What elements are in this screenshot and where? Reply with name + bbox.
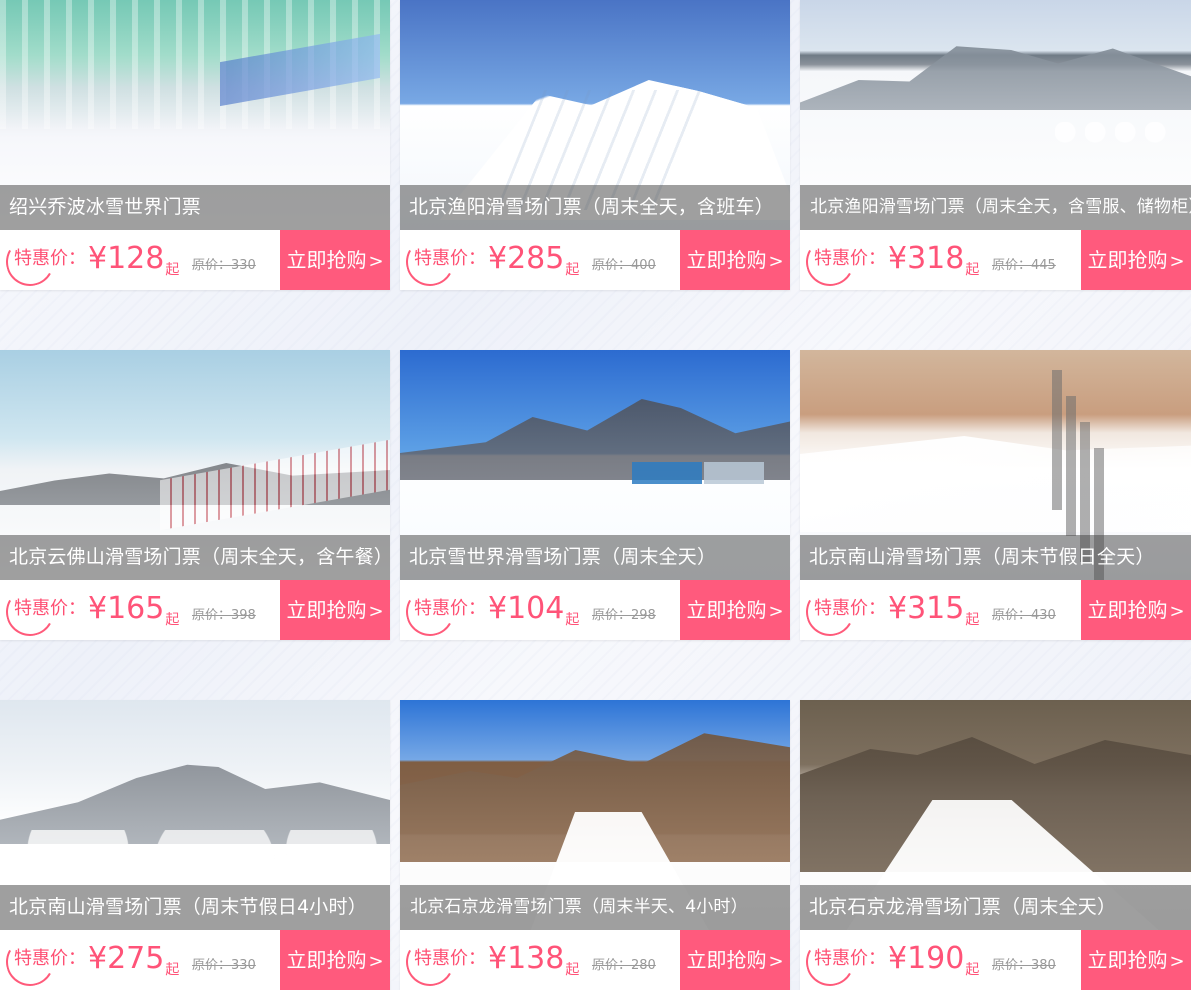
chevron-right-icon: >: [368, 951, 384, 972]
price-suffix: 起: [165, 962, 180, 978]
price-bar: 特惠价： ¥104起 原价：298 立即抢购 >: [400, 580, 790, 640]
sale-price: ¥165起: [88, 591, 180, 629]
chevron-right-icon: >: [1169, 951, 1185, 972]
sale-price: ¥128起: [88, 241, 180, 279]
product-image[interactable]: 北京云佛山滑雪场门票（周末全天，含午餐）: [0, 350, 390, 580]
original-price: 原价：445: [992, 258, 1056, 273]
product-card[interactable]: 北京石京龙滑雪场门票（周末半天、4小时） 特惠价： ¥138起 原价：280 立…: [400, 700, 790, 990]
price-suffix: 起: [165, 612, 180, 628]
product-title[interactable]: 北京南山滑雪场门票（周末节假日4小时）: [0, 885, 390, 930]
product-title[interactable]: 北京石京龙滑雪场门票（周末全天）: [800, 885, 1191, 930]
special-price-label: 特惠价：: [414, 948, 486, 969]
chevron-right-icon: >: [1169, 601, 1185, 622]
product-title[interactable]: 北京石京龙滑雪场门票（周末半天、4小时）: [400, 885, 790, 930]
product-title[interactable]: 北京渔阳滑雪场门票（周末全天，含雪服、储物柜）: [800, 185, 1191, 230]
original-price: 原价：330: [192, 958, 256, 973]
buy-now-button[interactable]: 立即抢购 >: [1081, 930, 1191, 990]
special-price-label: 特惠价：: [14, 598, 86, 619]
buy-now-button[interactable]: 立即抢购 >: [680, 580, 790, 640]
chevron-right-icon: >: [1169, 251, 1185, 272]
original-price: 原价：398: [192, 608, 256, 623]
chevron-right-icon: >: [768, 251, 784, 272]
original-price: 原价：380: [992, 958, 1056, 973]
original-price: 原价：430: [992, 608, 1056, 623]
product-card[interactable]: 绍兴乔波冰雪世界门票 特惠价： ¥128起 原价：330 立即抢购 >: [0, 0, 390, 290]
sale-price: ¥285起: [488, 241, 580, 279]
product-image[interactable]: 北京雪世界滑雪场门票（周末全天）: [400, 350, 790, 580]
product-card[interactable]: 北京渔阳滑雪场门票（周末全天，含班车） 特惠价： ¥285起 原价：400 立即…: [400, 0, 790, 290]
buy-now-button[interactable]: 立即抢购 >: [280, 580, 390, 640]
product-card[interactable]: 北京渔阳滑雪场门票（周末全天，含雪服、储物柜） 特惠价： ¥318起 原价：44…: [800, 0, 1191, 290]
buy-now-button[interactable]: 立即抢购 >: [280, 930, 390, 990]
product-card[interactable]: 北京云佛山滑雪场门票（周末全天，含午餐） 特惠价： ¥165起 原价：398 立…: [0, 350, 390, 640]
product-card[interactable]: 北京雪世界滑雪场门票（周末全天） 特惠价： ¥104起 原价：298 立即抢购 >: [400, 350, 790, 640]
sale-price: ¥138起: [488, 941, 580, 979]
product-image[interactable]: 北京南山滑雪场门票（周末节假日全天）: [800, 350, 1191, 580]
price-bar: 特惠价： ¥165起 原价：398 立即抢购 >: [0, 580, 390, 640]
sale-price: ¥190起: [888, 941, 980, 979]
sale-price: ¥315起: [888, 591, 980, 629]
original-price: 原价：330: [192, 258, 256, 273]
product-card[interactable]: 北京南山滑雪场门票（周末节假日4小时） 特惠价： ¥275起 原价：330 立即…: [0, 700, 390, 990]
product-title[interactable]: 北京云佛山滑雪场门票（周末全天，含午餐）: [0, 535, 390, 580]
buy-now-button[interactable]: 立即抢购 >: [680, 230, 790, 290]
price-bar: 特惠价： ¥315起 原价：430 立即抢购 >: [800, 580, 1191, 640]
product-grid: 绍兴乔波冰雪世界门票 特惠价： ¥128起 原价：330 立即抢购 > 北京渔阳滑…: [0, 0, 1191, 990]
chevron-right-icon: >: [368, 251, 384, 272]
original-price: 原价：298: [592, 608, 656, 623]
product-title[interactable]: 绍兴乔波冰雪世界门票: [0, 185, 390, 230]
chevron-right-icon: >: [768, 951, 784, 972]
product-card[interactable]: 北京石京龙滑雪场门票（周末全天） 特惠价： ¥190起 原价：380 立即抢购 >: [800, 700, 1191, 990]
price-suffix: 起: [965, 612, 980, 628]
chevron-right-icon: >: [768, 601, 784, 622]
sale-price: ¥318起: [888, 241, 980, 279]
price-suffix: 起: [965, 262, 980, 278]
special-price-label: 特惠价：: [414, 248, 486, 269]
special-price-label: 特惠价：: [414, 598, 486, 619]
buy-now-button[interactable]: 立即抢购 >: [1081, 230, 1191, 290]
buy-now-button[interactable]: 立即抢购 >: [1081, 580, 1191, 640]
price-suffix: 起: [565, 962, 580, 978]
price-bar: 特惠价： ¥318起 原价：445 立即抢购 >: [800, 230, 1191, 290]
price-bar: 特惠价： ¥128起 原价：330 立即抢购 >: [0, 230, 390, 290]
price-suffix: 起: [965, 962, 980, 978]
product-image[interactable]: 北京南山滑雪场门票（周末节假日4小时）: [0, 700, 390, 930]
price-suffix: 起: [565, 612, 580, 628]
sale-price: ¥275起: [88, 941, 180, 979]
special-price-label: 特惠价：: [814, 248, 886, 269]
buy-now-button[interactable]: 立即抢购 >: [680, 930, 790, 990]
product-title[interactable]: 北京南山滑雪场门票（周末节假日全天）: [800, 535, 1191, 580]
special-price-label: 特惠价：: [14, 948, 86, 969]
special-price-label: 特惠价：: [14, 248, 86, 269]
original-price: 原价：400: [592, 258, 656, 273]
product-image[interactable]: 北京石京龙滑雪场门票（周末半天、4小时）: [400, 700, 790, 930]
product-card[interactable]: 北京南山滑雪场门票（周末节假日全天） 特惠价： ¥315起 原价：430 立即抢…: [800, 350, 1191, 640]
product-image[interactable]: 北京石京龙滑雪场门票（周末全天）: [800, 700, 1191, 930]
chevron-right-icon: >: [368, 601, 384, 622]
price-suffix: 起: [565, 262, 580, 278]
original-price: 原价：280: [592, 958, 656, 973]
price-bar: 特惠价： ¥275起 原价：330 立即抢购 >: [0, 930, 390, 990]
price-bar: 特惠价： ¥285起 原价：400 立即抢购 >: [400, 230, 790, 290]
product-image[interactable]: 北京渔阳滑雪场门票（周末全天，含班车）: [400, 0, 790, 230]
buy-now-button[interactable]: 立即抢购 >: [280, 230, 390, 290]
price-bar: 特惠价： ¥138起 原价：280 立即抢购 >: [400, 930, 790, 990]
product-image[interactable]: 绍兴乔波冰雪世界门票: [0, 0, 390, 230]
product-title[interactable]: 北京渔阳滑雪场门票（周末全天，含班车）: [400, 185, 790, 230]
sale-price: ¥104起: [488, 591, 580, 629]
product-image[interactable]: 北京渔阳滑雪场门票（周末全天，含雪服、储物柜）: [800, 0, 1191, 230]
product-title[interactable]: 北京雪世界滑雪场门票（周末全天）: [400, 535, 790, 580]
price-suffix: 起: [165, 262, 180, 278]
price-bar: 特惠价： ¥190起 原价：380 立即抢购 >: [800, 930, 1191, 990]
special-price-label: 特惠价：: [814, 598, 886, 619]
special-price-label: 特惠价：: [814, 948, 886, 969]
